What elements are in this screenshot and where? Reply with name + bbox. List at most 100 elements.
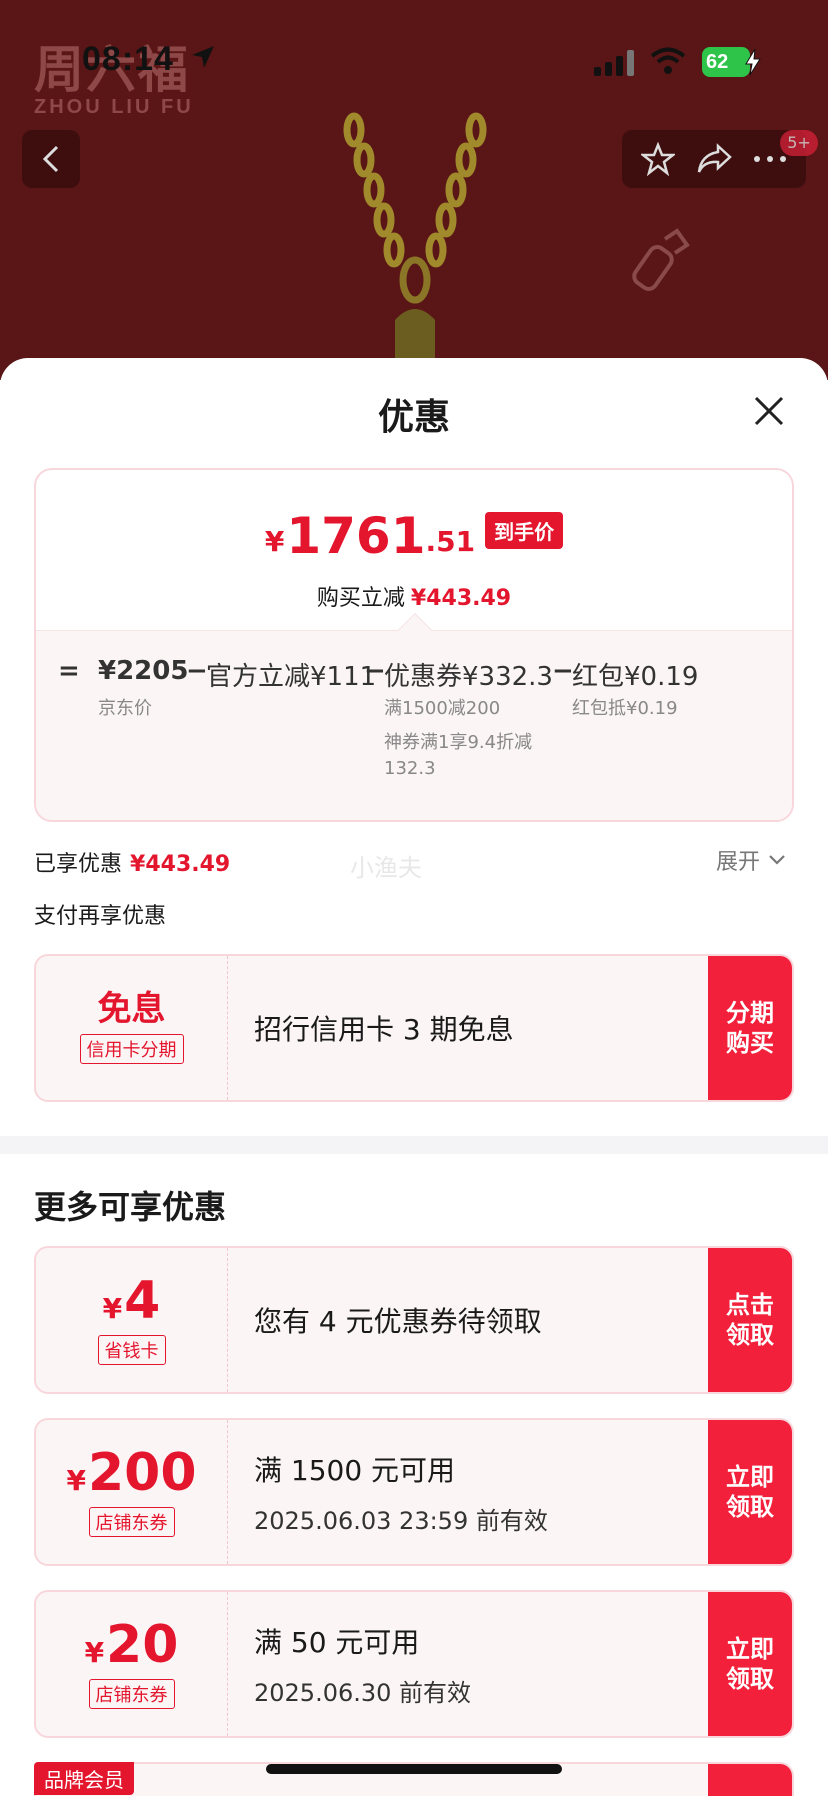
claim-action-line1: 立即 — [726, 1635, 774, 1663]
equals-sign: = — [58, 656, 80, 686]
location-arrow-icon — [192, 46, 214, 68]
coupon-type-chip: 省钱卡 — [97, 1335, 166, 1365]
coupon-value-badge: ¥200 店铺东券 — [36, 1420, 228, 1564]
expand-button[interactable]: 展开 — [716, 844, 786, 876]
coupon-amount: 4 — [124, 1271, 161, 1331]
claim-coupon-button[interactable]: 立即 领取 — [708, 1420, 792, 1564]
coupon-value: ¥4 — [103, 1275, 161, 1327]
status-time: 08:14 — [82, 40, 174, 78]
installment-chip: 信用卡分期 — [79, 1034, 184, 1064]
instant-saving-amount: ¥443.49 — [410, 586, 512, 611]
coupon-value: ¥200 — [66, 1447, 196, 1499]
battery-indicator: 62 — [702, 47, 761, 77]
final-price-tag: 到手价 — [485, 512, 564, 549]
claim-action-line2: 领取 — [726, 1665, 774, 1693]
claim-coupon-button-partial[interactable] — [708, 1764, 792, 1796]
coupon-line1: 您有 4 元优惠券待领取 — [254, 1305, 542, 1338]
instant-saving-label: 购买立减 — [316, 586, 405, 611]
final-price-integer: 1761 — [286, 507, 426, 565]
message-count-badge: 5+ — [780, 130, 818, 156]
installment-action-line1: 分期 — [726, 999, 774, 1027]
chevron-left-icon — [42, 145, 59, 173]
official-discount: 官方立减¥111 — [206, 662, 377, 692]
installment-badge: 免息 信用卡分期 — [36, 956, 228, 1100]
more-button[interactable] — [753, 154, 787, 164]
claim-coupon-button[interactable]: 点击 领取 — [708, 1248, 792, 1392]
coupon-detail-2: 神券满1享9.4折减 — [384, 732, 533, 753]
share-icon — [697, 143, 732, 173]
back-button[interactable] — [22, 130, 80, 188]
wifi-icon — [650, 47, 686, 74]
coupon-description: 您有 4 元优惠券待领取 — [254, 1248, 542, 1392]
close-icon[interactable] — [752, 394, 786, 428]
minus-sign: − — [364, 656, 386, 686]
status-bar: 08:14 62 — [0, 0, 828, 110]
claim-action-line2: 领取 — [726, 1321, 774, 1349]
more-offers-title: 更多可享优惠 — [34, 1188, 227, 1226]
installment-action-line2: 购买 — [726, 1029, 774, 1057]
coupon-value-badge: ¥20 店铺东券 — [36, 1592, 228, 1736]
cellular-signal-icon — [594, 50, 634, 76]
chevron-down-icon — [769, 855, 785, 865]
coupon-discount: 优惠券¥332.3 — [384, 662, 553, 692]
section-divider — [0, 1136, 828, 1154]
enjoyed-discount: 已享优惠 ¥443.49 — [34, 846, 230, 878]
claim-coupon-button[interactable]: 立即 领取 — [708, 1592, 792, 1736]
installment-big-label: 免息 — [97, 989, 166, 1029]
coupon-line1: 满 50 元可用 — [254, 1625, 420, 1659]
final-price-yen: ¥ — [264, 525, 285, 558]
enjoyed-discount-label: 已享优惠 — [34, 852, 123, 877]
coupon-yen: ¥ — [66, 1464, 86, 1497]
watermark: 小渔夫 — [350, 854, 422, 882]
price-breakdown: = ¥2205 京东价 − 官方立减¥111 − 优惠券¥332.3 满1500… — [36, 656, 792, 816]
home-indicator — [266, 1764, 562, 1774]
charging-bolt-icon — [745, 49, 761, 75]
coupon-line1: 满 1500 元可用 — [254, 1453, 456, 1487]
coupon-card: ¥4 省钱卡 您有 4 元优惠券待领取 点击 领取 — [34, 1246, 794, 1394]
coupon-yen: ¥ — [84, 1636, 105, 1669]
coupon-amount: 20 — [106, 1615, 179, 1675]
instant-saving: 购买立减 ¥443.49 — [36, 580, 792, 612]
coupon-card: ¥200 店铺东券 满 1500 元可用 2025.06.03 23:59 前有… — [34, 1418, 794, 1566]
coupon-value-badge: ¥4 省钱卡 — [36, 1248, 228, 1392]
top-action-group — [622, 130, 806, 188]
favorite-button[interactable] — [640, 142, 675, 176]
coupon-yen: ¥ — [102, 1292, 123, 1325]
red-packet-discount: 红包¥0.19 — [572, 662, 699, 692]
coupon-value: ¥20 — [85, 1619, 179, 1671]
final-price: ¥ 1761 .51 到手价 — [36, 510, 792, 562]
coupon-description: 满 50 元可用 2025.06.30 前有效 — [254, 1592, 471, 1736]
price-summary-card: ¥ 1761 .51 到手价 购买立减 ¥443.49 = ¥2205 京东价 −… — [34, 468, 794, 822]
claim-action-line1: 点击 — [726, 1291, 774, 1319]
star-icon — [640, 142, 675, 176]
coupon-line2: 2025.06.03 23:59 前有效 — [254, 1506, 548, 1535]
sheet-title: 优惠 — [377, 397, 450, 438]
minus-sign: − — [552, 656, 574, 686]
installment-desc-text: 招行信用卡 3 期免息 — [254, 1013, 514, 1046]
necklace-image — [343, 112, 487, 370]
claim-action-line2: 领取 — [726, 1493, 774, 1521]
expand-label: 展开 — [716, 850, 761, 875]
coupon-amount: 200 — [87, 1443, 197, 1503]
coupon-type-chip: 店铺东券 — [88, 1679, 175, 1709]
installment-buy-button[interactable]: 分期 购买 — [708, 956, 792, 1100]
share-button[interactable] — [696, 143, 732, 175]
more-dots-icon — [754, 156, 787, 162]
baby-bottle-icon — [632, 228, 690, 291]
installment-description: 招行信用卡 3 期免息 — [254, 956, 514, 1100]
red-packet-detail: 红包抵¥0.19 — [572, 698, 678, 719]
coupon-detail-3: 132.3 — [384, 758, 436, 779]
final-price-decimal: .51 — [425, 525, 476, 558]
claim-action-line1: 立即 — [726, 1463, 774, 1491]
battery-level: 62 — [706, 50, 729, 73]
discount-sheet: 优惠 ¥ 1761 .51 到手价 购买立减 ¥443.49 = ¥2205 京东… — [0, 358, 828, 1796]
minus-sign: − — [186, 656, 208, 686]
brand-member-tag: 品牌会员 — [34, 1762, 134, 1795]
jd-price-label: 京东价 — [98, 698, 152, 719]
coupon-type-chip: 店铺东券 — [88, 1507, 175, 1537]
installment-offer-card: 免息 信用卡分期 招行信用卡 3 期免息 分期 购买 — [34, 954, 794, 1102]
enjoyed-discount-amount: ¥443.49 — [130, 852, 231, 877]
coupon-line2: 2025.06.30 前有效 — [254, 1678, 472, 1707]
coupon-description: 满 1500 元可用 2025.06.03 23:59 前有效 — [254, 1420, 548, 1564]
coupon-detail-1: 满1500减200 — [384, 698, 501, 719]
